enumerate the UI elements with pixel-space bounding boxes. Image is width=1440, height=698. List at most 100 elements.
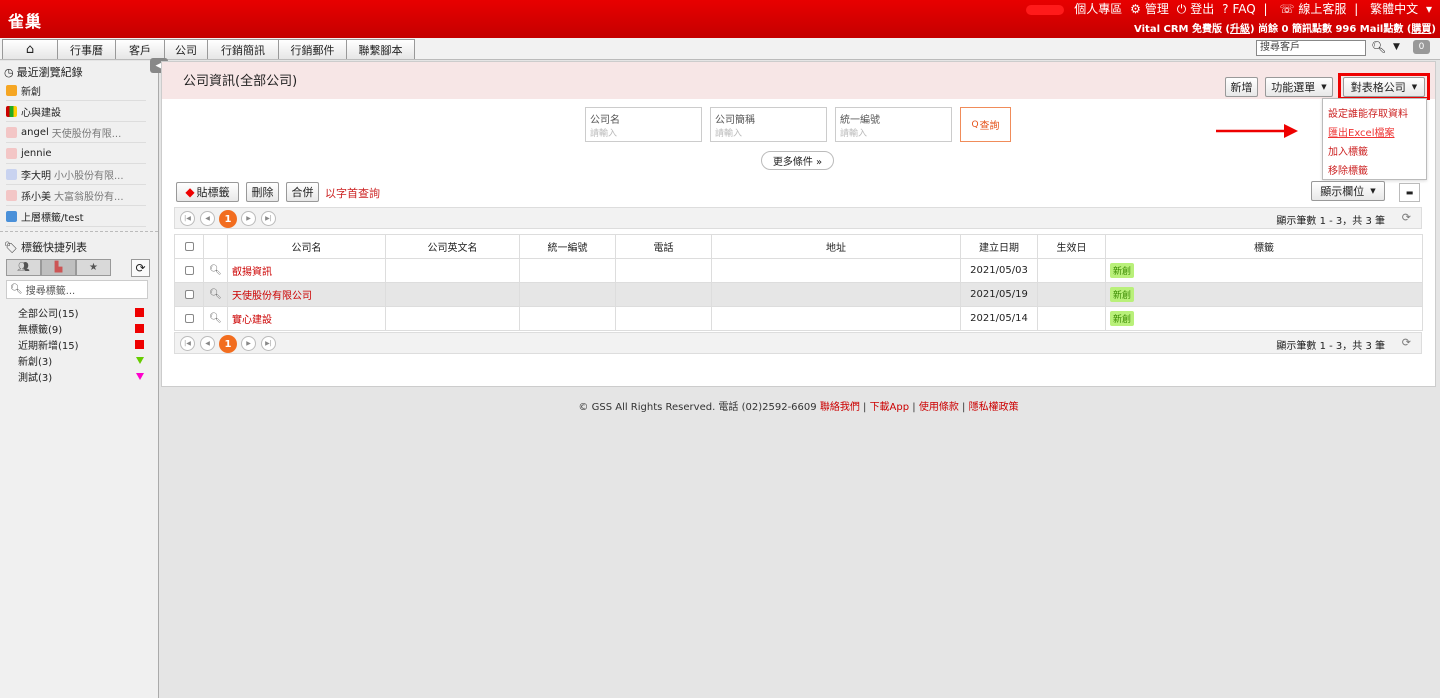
recent-item[interactable]: 心與建設	[6, 102, 146, 122]
privacy-link[interactable]: 隱私權政策	[969, 402, 1019, 413]
chevron-down-icon[interactable]: ▼	[1393, 42, 1400, 52]
show-columns-button[interactable]: 顯示欄位 ▼	[1311, 181, 1385, 201]
tab-person-tags[interactable]: 👥︎	[6, 259, 41, 276]
query-button[interactable]: Q 查詢	[960, 107, 1011, 142]
cell-tags: 新創	[1105, 258, 1423, 283]
tag-color-triangle	[136, 357, 144, 364]
company-name-link[interactable]: 叡揚資訊	[227, 258, 386, 283]
next-page-button[interactable]: ▶	[241, 336, 256, 351]
search-icon[interactable]: 🔍︎	[203, 258, 228, 283]
nav-calendar[interactable]: 行事曆	[57, 39, 116, 59]
nav-customers[interactable]: 客戶	[115, 39, 165, 59]
company-short-name-field[interactable]: 公司簡稱 請輸入	[710, 107, 827, 142]
buy-link[interactable]: 購買	[1411, 24, 1431, 35]
menu-item-add-tag[interactable]: 加入標籤	[1328, 143, 1368, 158]
tag-search-input[interactable]: 🔍︎ 搜尋標籤...	[6, 280, 148, 299]
column-header[interactable]: 生效日	[1037, 234, 1106, 259]
recent-history-title: ◷ 最近瀏覽紀錄	[4, 64, 83, 80]
menu-item-remove-tag[interactable]: 移除標籤	[1328, 162, 1368, 177]
function-menu-button[interactable]: 功能選單 ▼	[1265, 77, 1333, 97]
nav-email-marketing[interactable]: 行銷郵件	[278, 39, 347, 59]
tag-badge[interactable]: 新創	[1110, 263, 1135, 278]
company-name-field[interactable]: 公司名 請輸入	[585, 107, 702, 142]
layout-toggle-button[interactable]: ▬	[1399, 183, 1420, 202]
next-page-button[interactable]: ▶	[241, 211, 256, 226]
terms-link[interactable]: 使用條款	[919, 402, 959, 413]
search-icon[interactable]: 🔍︎	[1371, 40, 1386, 54]
online-support-link[interactable]: 線上客服	[1298, 2, 1346, 16]
search-icon[interactable]: 🔍︎	[203, 282, 228, 307]
tab-starred-tags[interactable]: ★	[76, 259, 111, 276]
current-page[interactable]: 1	[219, 335, 237, 353]
recent-item[interactable]: angel 天使股份有限...	[6, 123, 146, 143]
recent-item[interactable]: 新創	[6, 81, 146, 101]
new-button[interactable]: 新增	[1225, 77, 1258, 97]
column-header[interactable]: 地址	[711, 234, 961, 259]
row-checkbox[interactable]	[174, 306, 204, 331]
tag-row[interactable]: 全部公司(15)	[18, 305, 144, 320]
search-icon[interactable]: 🔍︎	[203, 306, 228, 331]
tag-row[interactable]: 無標籤(9)	[18, 321, 144, 336]
column-header[interactable]: 公司英文名	[385, 234, 520, 259]
recent-item[interactable]: 李大明 小小股份有限...	[6, 165, 146, 185]
recent-item[interactable]: 上層標籤/test	[6, 207, 146, 227]
tag-badge[interactable]: 新創	[1110, 287, 1135, 302]
cell-phone	[615, 258, 712, 283]
delete-button[interactable]: 刪除	[246, 182, 279, 202]
select-all-checkbox[interactable]	[174, 234, 204, 259]
table-row[interactable]: 🔍︎ 天使股份有限公司 2021/05/19 新創	[174, 282, 1423, 307]
logout-link[interactable]: 登出	[1190, 2, 1214, 16]
chevron-down-icon[interactable]: ▾	[1422, 2, 1432, 16]
refresh-tags-button[interactable]: ⟳	[131, 259, 150, 277]
table-row[interactable]: 🔍︎ 實心建設 2021/05/14 新創	[174, 306, 1423, 331]
recent-item[interactable]: jennie	[6, 144, 146, 164]
column-header[interactable]: 電話	[615, 234, 712, 259]
row-checkbox[interactable]	[174, 258, 204, 283]
refresh-icon[interactable]: ⟳	[1402, 336, 1411, 349]
last-page-button[interactable]: ▶|	[261, 211, 276, 226]
tag-row[interactable]: 近期新增(15)	[18, 337, 144, 352]
company-name-link[interactable]: 天使股份有限公司	[227, 282, 386, 307]
upgrade-link[interactable]: 升級	[1230, 24, 1250, 35]
first-page-button[interactable]: |◀	[180, 211, 195, 226]
refresh-icon[interactable]: ⟳	[1402, 211, 1411, 224]
apply-tag-button[interactable]: ◆ 貼標籤	[176, 182, 239, 202]
column-header[interactable]: 建立日期	[960, 234, 1038, 259]
alpha-search-link[interactable]: 以字首查詢	[325, 185, 380, 201]
tax-id-field[interactable]: 統一編號 請輸入	[835, 107, 952, 142]
tag-label: 無標籤(9)	[18, 325, 63, 336]
more-conditions-button[interactable]: 更多條件 »	[761, 151, 834, 170]
prev-page-button[interactable]: ◀	[200, 336, 215, 351]
language-select[interactable]: 繁體中文	[1370, 2, 1418, 16]
nav-sms-marketing[interactable]: 行銷簡訊	[207, 39, 279, 59]
column-header[interactable]: 標籤	[1105, 234, 1423, 259]
recent-item[interactable]: 孫小美 大富翁股份有...	[6, 186, 146, 206]
tab-company-tags[interactable]: ▙	[41, 259, 76, 276]
faq-link[interactable]: FAQ	[1232, 2, 1255, 16]
company-name-link[interactable]: 實心建設	[227, 306, 386, 331]
column-header[interactable]: 統一編號	[519, 234, 616, 259]
current-page[interactable]: 1	[219, 210, 237, 228]
menu-item-export-excel[interactable]: 匯出Excel檔案	[1328, 124, 1395, 139]
home-button[interactable]: ⌂	[2, 39, 58, 59]
tag-row[interactable]: 測試(3)	[18, 369, 144, 384]
column-header[interactable]: 公司名	[227, 234, 386, 259]
nav-contact-scripts[interactable]: 聯繫腳本	[346, 39, 415, 59]
download-app-link[interactable]: 下載App	[870, 402, 910, 413]
row-checkbox[interactable]	[174, 282, 204, 307]
admin-link[interactable]: 管理	[1145, 2, 1169, 16]
first-page-button[interactable]: |◀	[180, 336, 195, 351]
prev-page-button[interactable]: ◀	[200, 211, 215, 226]
tag-badge[interactable]: 新創	[1110, 311, 1135, 326]
app-logo[interactable]: 雀巢	[8, 8, 42, 32]
last-page-button[interactable]: ▶|	[261, 336, 276, 351]
menu-item-access-settings[interactable]: 設定誰能存取資料	[1328, 105, 1408, 120]
customer-search-input[interactable]: 搜尋客戶	[1256, 40, 1366, 56]
personal-area-link[interactable]: 個人專區	[1074, 2, 1122, 16]
notification-badge[interactable]: 0	[1413, 40, 1430, 54]
contact-us-link[interactable]: 聯絡我們	[820, 402, 860, 413]
table-row[interactable]: 🔍︎ 叡揚資訊 2021/05/03 新創	[174, 258, 1423, 283]
nav-companies[interactable]: 公司	[164, 39, 208, 59]
merge-button[interactable]: 合併	[286, 182, 319, 202]
tag-row[interactable]: 新創(3)	[18, 353, 144, 368]
